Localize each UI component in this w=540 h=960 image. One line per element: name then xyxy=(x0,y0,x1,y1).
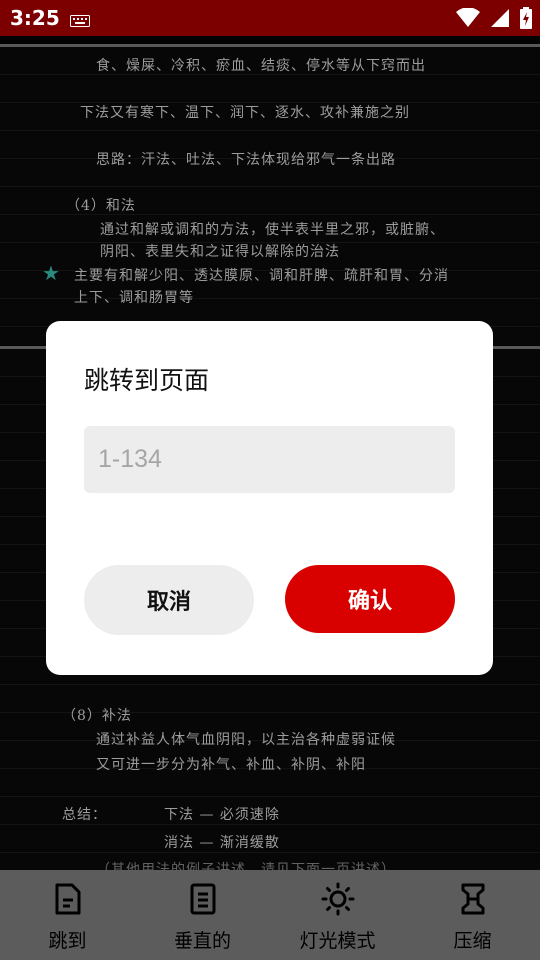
status-bar: 3:25 xyxy=(0,0,540,36)
toolbar-label: 跳到 xyxy=(48,930,87,952)
document-jump-icon xyxy=(55,883,80,915)
page-number-input[interactable] xyxy=(84,426,455,493)
toolbar-label: 垂直的 xyxy=(173,930,231,952)
toolbar-light-mode-button[interactable]: 灯光模式 xyxy=(270,870,405,960)
toolbar-jump-button[interactable]: 跳到 xyxy=(0,870,135,960)
compress-icon xyxy=(461,883,484,915)
toolbar-label: 压缩 xyxy=(453,930,492,952)
sun-icon xyxy=(321,882,354,916)
toolbar-compress-button[interactable]: 压缩 xyxy=(405,870,540,960)
bottom-toolbar: 跳到 垂直的 灯光模式 压缩 xyxy=(0,870,540,960)
toolbar-vertical-button[interactable]: 垂直的 xyxy=(135,870,270,960)
signal-icon xyxy=(490,8,510,32)
cancel-button[interactable]: 取消 xyxy=(84,565,254,635)
toolbar-label: 灯光模式 xyxy=(299,930,376,952)
status-time: 3:25 xyxy=(10,6,60,30)
system-icons xyxy=(456,7,532,33)
dialog-title: 跳转到页面 xyxy=(84,366,210,395)
go-to-page-dialog: 跳转到页面 取消 确认 xyxy=(46,321,493,675)
wifi-icon xyxy=(456,7,480,32)
vertical-scroll-icon xyxy=(190,883,215,915)
confirm-button[interactable]: 确认 xyxy=(285,565,455,633)
battery-charging-icon xyxy=(520,7,532,33)
keyboard-icon xyxy=(70,12,90,31)
